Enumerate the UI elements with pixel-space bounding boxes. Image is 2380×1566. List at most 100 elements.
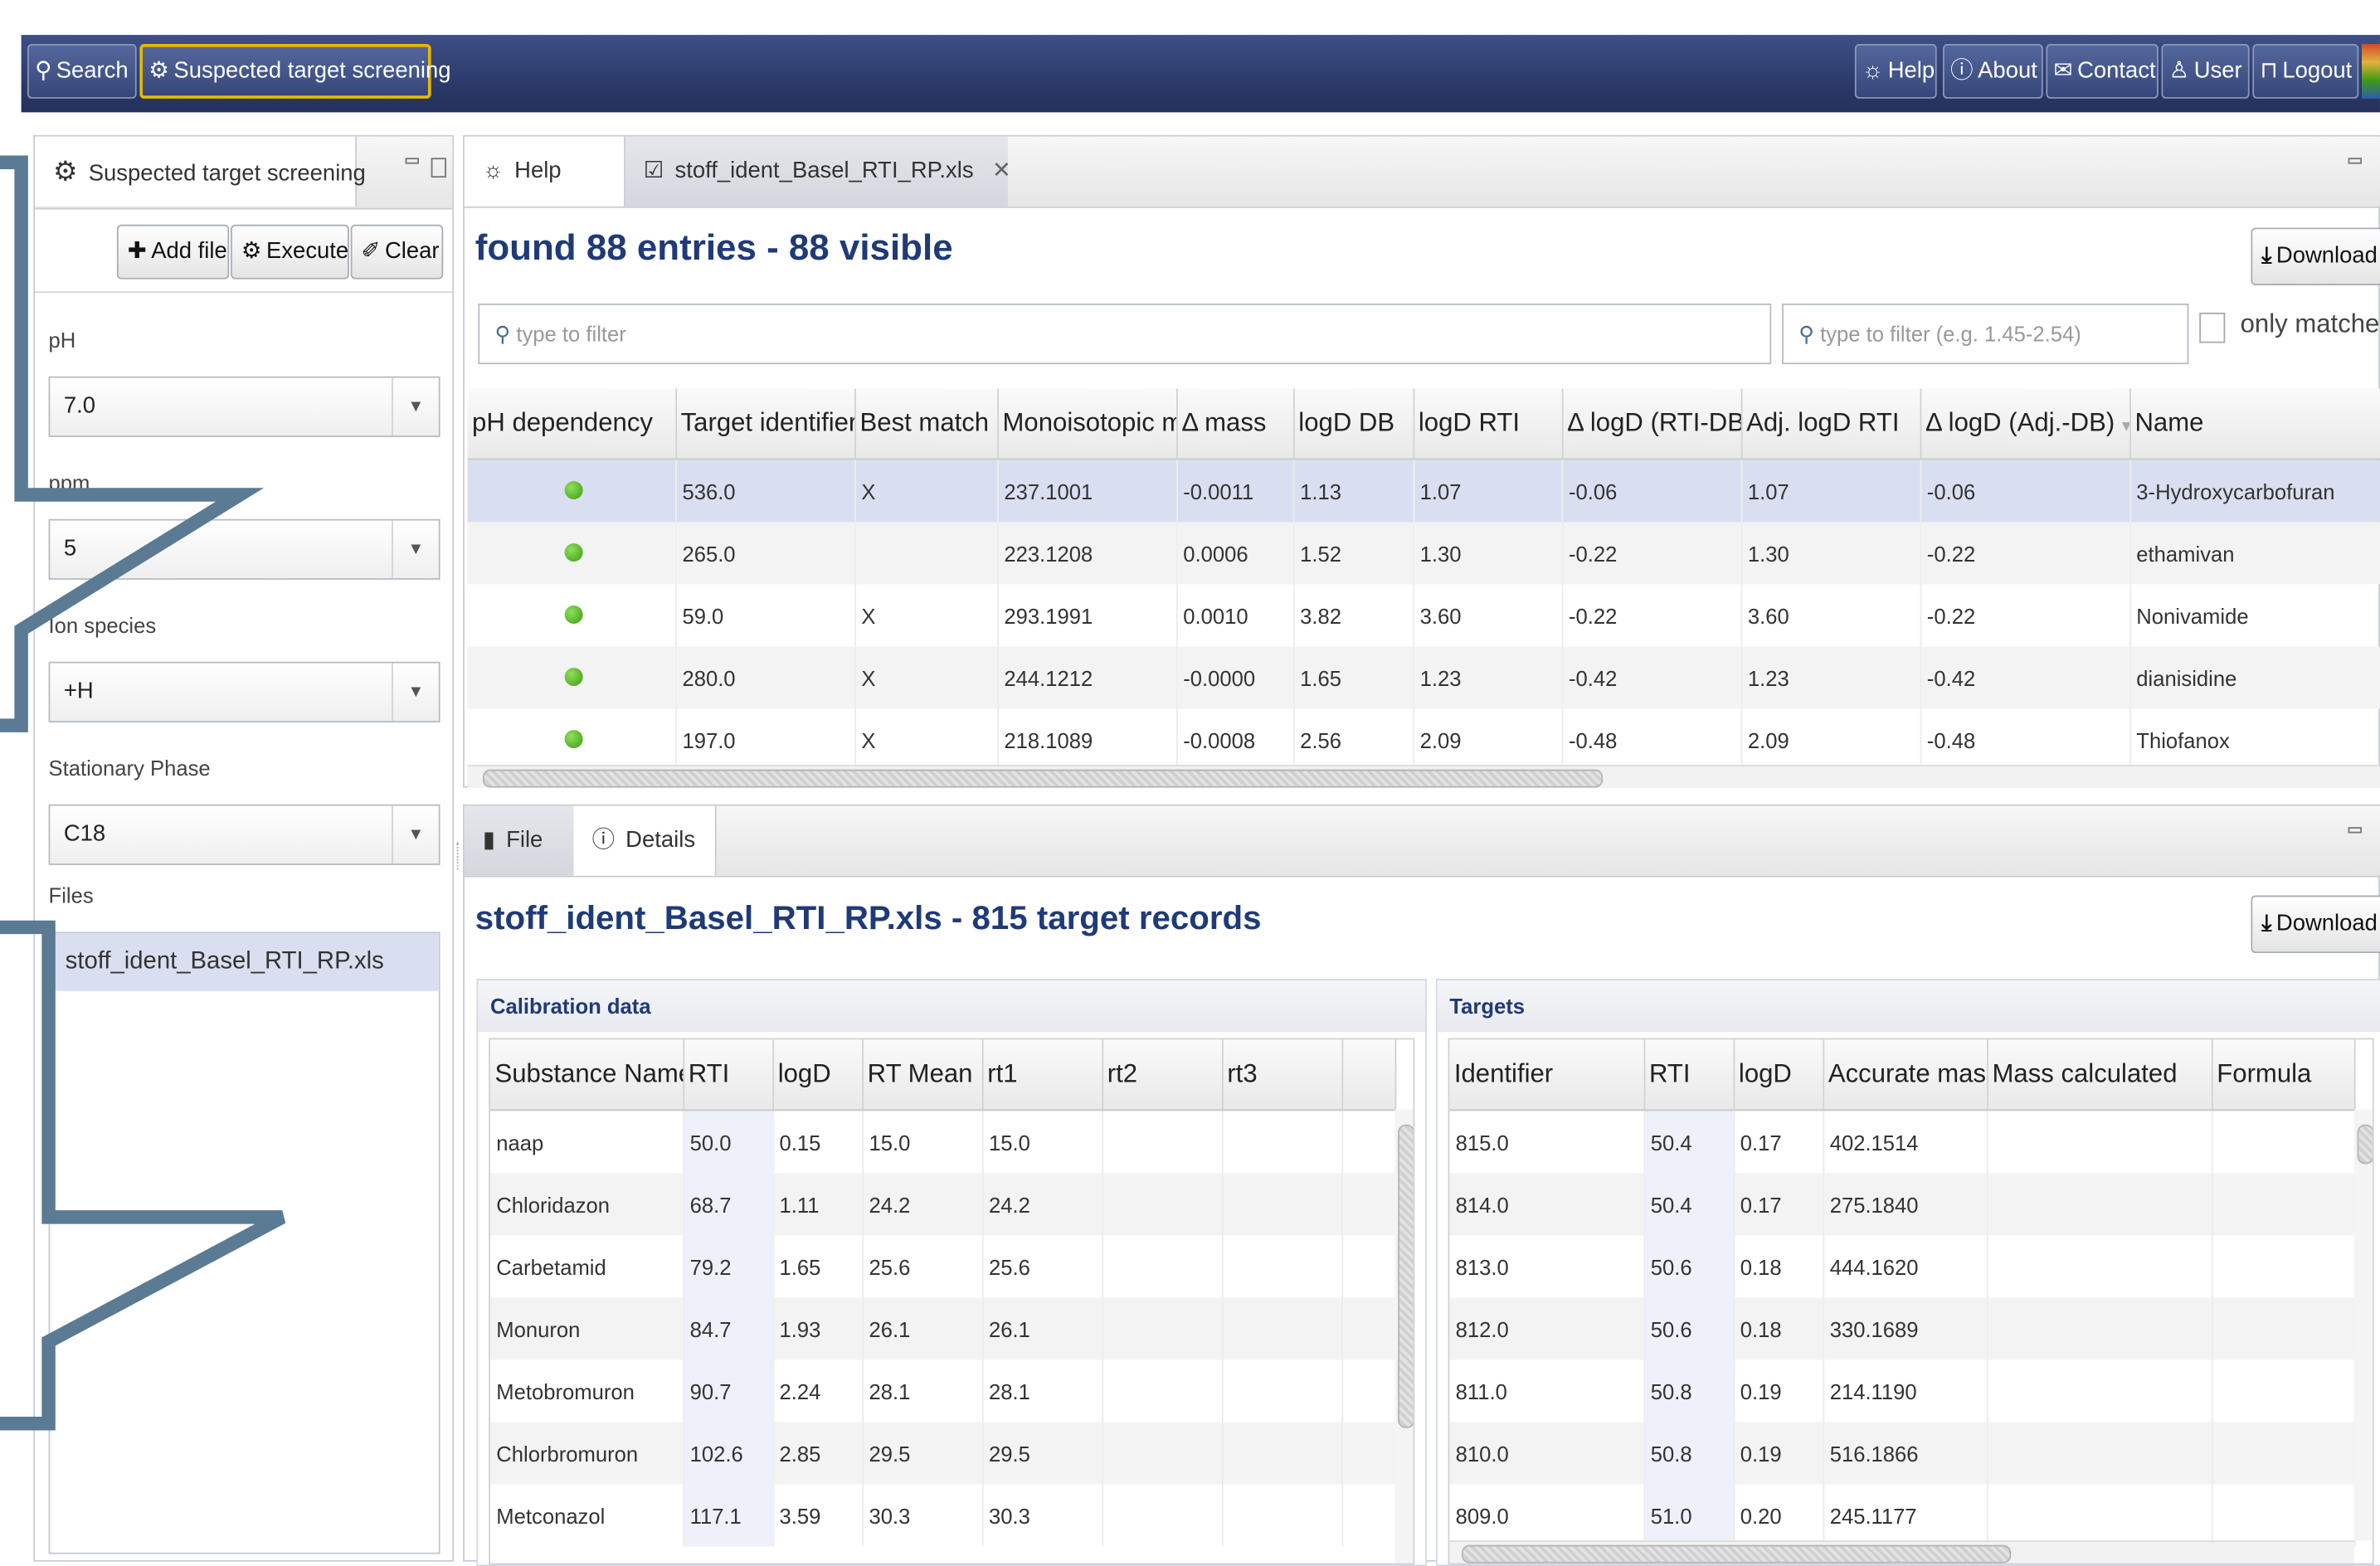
column-header[interactable]: logD bbox=[772, 1039, 864, 1111]
table-cell: 245.1177 bbox=[1823, 1484, 1988, 1547]
column-header[interactable]: Δ logD (RTI-DB) bbox=[1561, 388, 1742, 460]
range-filter-input[interactable]: ⚲ type to filter (e.g. 1.45-2.54) bbox=[1782, 303, 2189, 365]
column-header[interactable]: Substance Name bbox=[489, 1039, 684, 1111]
column-header[interactable]: Adj. logD RTI bbox=[1740, 388, 1921, 460]
column-header[interactable]: Formula bbox=[2211, 1039, 2355, 1111]
ion-species-select[interactable]: +H ▼ bbox=[48, 661, 440, 722]
flag-icon[interactable] bbox=[2362, 44, 2380, 99]
targets-vertical-scrollbar[interactable] bbox=[2353, 1109, 2373, 1541]
tab-help[interactable]: ☼ Help bbox=[464, 136, 625, 207]
column-header[interactable]: Mass calculated bbox=[1987, 1039, 2212, 1111]
column-header[interactable]: Δ logD (Adj.-DB) ▼ bbox=[1920, 388, 2130, 460]
table-row[interactable]: 815.0 50.4 0.17 402.1514 bbox=[1449, 1110, 2355, 1174]
table-cell: 30.3 bbox=[862, 1484, 983, 1547]
ion-species-label: Ion species bbox=[48, 613, 157, 638]
about-button[interactable]: ⓘ About bbox=[1943, 44, 2043, 99]
column-header[interactable]: Δ mass bbox=[1176, 388, 1294, 460]
column-header[interactable]: Monoisotopic ma bbox=[997, 388, 1177, 460]
table-row[interactable]: Carbetamid 79.2 1.65 25.6 25.6 bbox=[489, 1235, 1396, 1298]
tab-details[interactable]: ⓘ Details bbox=[573, 805, 717, 876]
table-row[interactable]: 814.0 50.4 0.17 275.1840 bbox=[1449, 1173, 2355, 1236]
table-cell: 15.0 bbox=[862, 1110, 983, 1174]
user-button[interactable]: ♙ User bbox=[2161, 44, 2250, 99]
table-cell: 50.4 bbox=[1643, 1173, 1735, 1236]
table-row[interactable]: 197.0 X 218.1089 -0.0008 2.56 2.09 -0.48 2.09 -0… bbox=[467, 708, 2380, 766]
column-header[interactable]: Name bbox=[2129, 388, 2380, 460]
column-header[interactable]: RTI bbox=[683, 1039, 774, 1111]
tab-file[interactable]: ▮ File bbox=[464, 805, 574, 876]
table-cell: 24.2 bbox=[862, 1173, 983, 1236]
ppm-select[interactable]: 5 ▼ bbox=[48, 518, 440, 580]
table-row[interactable]: Metobromuron 90.7 2.24 28.1 28.1 bbox=[489, 1359, 1396, 1423]
tab-suspected-target-screening[interactable]: ⚙ Suspected target screening bbox=[35, 136, 366, 207]
minimize-icon[interactable] bbox=[2348, 827, 2363, 834]
column-header[interactable]: Target identifier bbox=[675, 388, 856, 460]
download-results-button[interactable]: ⤓ Download bbox=[2251, 227, 2380, 285]
logout-button[interactable]: ⊓ Logout bbox=[2252, 44, 2359, 99]
table-row[interactable]: Metconazol 117.1 3.59 30.3 30.3 bbox=[489, 1484, 1396, 1547]
table-row[interactable]: Chloridazon 68.7 1.11 24.2 24.2 bbox=[489, 1173, 1396, 1236]
name-filter-input[interactable]: ⚲ type to filter bbox=[478, 303, 1772, 365]
table-cell: 15.0 bbox=[981, 1110, 1103, 1174]
table-row[interactable]: naap 50.0 0.15 15.0 15.0 bbox=[489, 1110, 1396, 1174]
column-header[interactable]: logD RTI bbox=[1413, 388, 1563, 460]
column-header[interactable]: rt2 bbox=[1102, 1039, 1223, 1111]
column-header[interactable]: Accurate mass bbox=[1823, 1039, 1988, 1111]
splitter-handle[interactable] bbox=[456, 842, 461, 870]
list-item[interactable]: stoff_ident_Basel_RTI_RP.xls bbox=[50, 933, 439, 991]
column-header[interactable]: RT Mean bbox=[862, 1039, 983, 1111]
table-row[interactable]: 813.0 50.6 0.18 444.1620 bbox=[1449, 1235, 2355, 1298]
table-row[interactable]: 280.0 X 244.1212 -0.0000 1.65 1.23 -0.42 1.23 -0… bbox=[467, 646, 2380, 709]
close-icon[interactable]: ✕ bbox=[992, 158, 1011, 183]
column-header[interactable]: rt3 bbox=[1221, 1039, 1343, 1111]
scrollbar-thumb[interactable] bbox=[2357, 1124, 2373, 1165]
column-header[interactable]: rt1 bbox=[981, 1039, 1103, 1111]
table-cell: 1.52 bbox=[1292, 522, 1414, 585]
minimize-icon[interactable] bbox=[405, 158, 419, 164]
ph-select[interactable]: 7.0 ▼ bbox=[48, 376, 440, 437]
clear-button[interactable]: ✐ Clear bbox=[350, 224, 444, 280]
execute-button[interactable]: ⚙ Execute bbox=[231, 224, 349, 280]
table-row[interactable]: 265.0 223.1208 0.0006 1.52 1.30 -0.22 1.30 -0.2… bbox=[467, 522, 2380, 585]
column-header[interactable]: RTI bbox=[1643, 1039, 1735, 1111]
chevron-down-icon: ▼ bbox=[392, 520, 439, 579]
help-button[interactable]: ☼ Help bbox=[1854, 44, 1937, 99]
add-file-button[interactable]: ✚ Add file bbox=[116, 224, 230, 280]
minimize-icon[interactable] bbox=[2348, 158, 2363, 164]
column-header[interactable]: logD bbox=[1733, 1039, 1824, 1111]
results-horizontal-scrollbar[interactable] bbox=[467, 765, 2380, 788]
column-header[interactable]: Identifier bbox=[1449, 1039, 1645, 1111]
table-row[interactable]: 59.0 X 293.1991 0.0010 3.82 3.60 -0.22 3.60 -0.2… bbox=[467, 584, 2380, 647]
only-matches-checkbox[interactable] bbox=[2199, 312, 2226, 343]
table-row[interactable]: 536.0 X 237.1001 -0.0011 1.13 1.07 -0.06 1.07 -0… bbox=[467, 459, 2380, 523]
table-row[interactable]: 809.0 51.0 0.20 245.1177 bbox=[1449, 1484, 2355, 1547]
suspected-target-screening-button[interactable]: ⚙ Suspected target screening bbox=[139, 44, 451, 99]
table-cell: X bbox=[854, 708, 999, 766]
scrollbar-thumb[interactable] bbox=[1462, 1544, 2012, 1564]
column-header[interactable]: pH dependency bbox=[467, 388, 677, 460]
download-detail-button[interactable]: ⤓ Download bbox=[2251, 895, 2380, 954]
table-cell: 25.6 bbox=[981, 1235, 1103, 1298]
column-header[interactable]: Best match bbox=[854, 388, 999, 460]
table-cell bbox=[1102, 1173, 1223, 1236]
file-icon: ▮ bbox=[482, 827, 495, 854]
maximize-icon[interactable] bbox=[431, 158, 446, 178]
table-cell: X bbox=[854, 459, 999, 523]
tab-file-results[interactable]: ☑ stoff_ident_Basel_RTI_RP.xls ✕ bbox=[625, 136, 1011, 207]
column-header[interactable]: logD DB bbox=[1292, 388, 1414, 460]
table-row[interactable]: 812.0 50.6 0.18 330.1689 bbox=[1449, 1297, 2355, 1360]
scrollbar-thumb[interactable] bbox=[482, 769, 1604, 788]
contact-button[interactable]: ✉ Contact bbox=[2046, 44, 2159, 99]
table-row[interactable]: 811.0 50.8 0.19 214.1190 bbox=[1449, 1359, 2355, 1423]
table-row[interactable]: Chlorbromuron 102.6 2.85 29.5 29.5 bbox=[489, 1422, 1396, 1485]
search-button[interactable]: ⚲ Search bbox=[27, 44, 137, 99]
table-row[interactable]: Monuron 84.7 1.93 26.1 26.1 bbox=[489, 1297, 1396, 1360]
scrollbar-thumb[interactable] bbox=[1398, 1124, 1414, 1428]
table-cell: 1.07 bbox=[1740, 459, 1921, 523]
calibration-vertical-scrollbar[interactable] bbox=[1394, 1109, 1414, 1564]
search-icon: ⚲ bbox=[494, 321, 511, 347]
table-row[interactable]: 810.0 50.8 0.19 516.1866 bbox=[1449, 1422, 2355, 1485]
stationary-phase-select[interactable]: C18 ▼ bbox=[48, 804, 440, 865]
table-cell: Monuron bbox=[489, 1297, 684, 1360]
targets-horizontal-scrollbar[interactable] bbox=[1449, 1540, 2354, 1564]
